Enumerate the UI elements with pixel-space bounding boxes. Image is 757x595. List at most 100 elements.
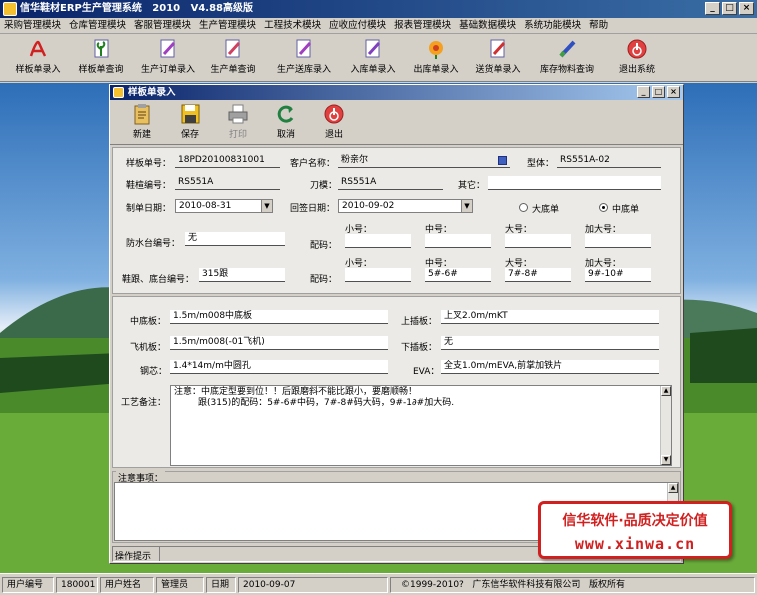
mid-sole-radio[interactable] <box>599 203 608 212</box>
production-query-button[interactable]: 生产单查询 <box>203 36 263 80</box>
printer-icon <box>227 103 249 125</box>
menu-finance[interactable]: 应收应付模块 <box>325 18 390 33</box>
inbound-entry-button[interactable]: 入库单录入 <box>345 36 401 80</box>
menu-system[interactable]: 系统功能模块 <box>520 18 585 33</box>
pen-icon <box>556 38 578 60</box>
document-pen-icon <box>157 38 179 60</box>
customer-lookup-icon[interactable] <box>498 156 507 165</box>
sample-no-field[interactable]: 18PD20100831001 <box>175 154 280 168</box>
size-code-label: 配码： <box>310 275 338 285</box>
row1-small-field[interactable] <box>345 234 411 248</box>
shank-label: 钢芯： <box>140 367 168 377</box>
menu-help[interactable]: 帮助 <box>585 18 612 33</box>
outbound-entry-button[interactable]: 出库单录入 <box>408 36 464 80</box>
craft-notes-textarea[interactable]: 注意：中底定型要到位！！后跟磨斜不能比跟小，要磨顺畅！ 跟(315)的配码：5#… <box>170 385 672 466</box>
row1-large-field[interactable] <box>505 234 571 248</box>
last-no-label: 鞋楦编号： <box>126 181 172 191</box>
last-no-field[interactable]: RS551A <box>175 176 280 190</box>
production-order-entry-button[interactable]: 生产订单录入 <box>136 36 200 80</box>
waterproof-label: 防水台编号： <box>126 239 181 249</box>
menu-warehouse[interactable]: 仓库管理模块 <box>65 18 130 33</box>
child-title: 样板单录入 <box>128 87 176 98</box>
row2-large-field[interactable]: 7#-8# <box>505 268 571 282</box>
app-title-bar: 信华鞋材ERP生产管理系统 2010 V4.88高级版 _ □ × <box>0 0 757 18</box>
eva-field[interactable]: 全支1.0m/mEVA,前掌加铁片 <box>441 360 659 374</box>
midsole-board-field[interactable]: 1.5m/m008中底板 <box>170 310 388 324</box>
child-minimize-button[interactable]: _ <box>637 86 650 98</box>
mid-sole-label: 中底单 <box>612 205 640 215</box>
badge-url: www.xinwa.cn <box>574 535 696 553</box>
save-button[interactable]: 保存 <box>166 102 214 142</box>
menu-service[interactable]: 客服管理模块 <box>130 18 195 33</box>
window-icon <box>113 87 124 98</box>
child-maximize-button[interactable]: □ <box>652 86 665 98</box>
return-date-value: 2010-09-02 <box>342 201 395 211</box>
cancel-button[interactable]: 取消 <box>262 102 310 142</box>
scroll-up-icon[interactable]: ▲ <box>661 386 671 396</box>
dropdown-arrow-icon[interactable]: ▼ <box>461 200 472 212</box>
sample-entry-window: 样板单录入 _ □ × 新建 保存 打印 取消 退出 样板单号： 18PD201… <box>109 84 684 564</box>
production-delivery-entry-button[interactable]: 生产送库录入 <box>272 36 336 80</box>
exit-system-button[interactable]: 退出系统 <box>612 36 662 80</box>
maximize-button[interactable]: □ <box>722 2 737 15</box>
make-date-picker[interactable]: 2010-08-31 ▼ <box>175 199 273 213</box>
model-label: 型体： <box>527 159 555 169</box>
scroll-up-icon[interactable]: ▲ <box>668 483 678 493</box>
exit-button[interactable]: 退出 <box>310 102 358 142</box>
row1-xlarge-field[interactable] <box>585 234 651 248</box>
power-icon <box>323 103 345 125</box>
menu-purchase[interactable]: 采购管理模块 <box>0 18 65 33</box>
document-pen-icon <box>487 38 509 60</box>
knife-field[interactable]: RS551A <box>338 176 443 190</box>
return-date-picker[interactable]: 2010-09-02 ▼ <box>338 199 473 213</box>
return-date-label: 回签日期： <box>290 204 336 214</box>
big-sole-radio[interactable] <box>519 203 528 212</box>
waterproof-field[interactable]: 无 <box>185 232 285 246</box>
menu-engineering[interactable]: 工程技术模块 <box>260 18 325 33</box>
big-sole-label: 大底单 <box>532 205 560 215</box>
row2-xlarge-field[interactable]: 9#-10# <box>585 268 651 282</box>
customer-label: 客户名称： <box>290 159 336 169</box>
minimize-button[interactable]: _ <box>705 2 720 15</box>
document-pen-icon <box>362 38 384 60</box>
child-close-button[interactable]: × <box>667 86 680 98</box>
shank-field[interactable]: 1.4*14m/m中圆孔 <box>170 360 388 374</box>
close-button[interactable]: × <box>739 2 754 15</box>
row2-small-field[interactable] <box>345 268 411 282</box>
document-pen-icon <box>222 38 244 60</box>
craft-notes-scrollbar[interactable]: ▲ ▼ <box>660 386 671 465</box>
user-no-label: 用户编号 <box>2 577 54 593</box>
document-pen-icon <box>293 38 315 60</box>
fly-board-field[interactable]: 1.5m/m008(-01飞机) <box>170 336 388 350</box>
customer-field[interactable]: 粉亲尔 <box>338 154 510 168</box>
model-field[interactable]: RS551A-02 <box>557 154 661 168</box>
dropdown-arrow-icon[interactable]: ▼ <box>261 200 272 212</box>
upper-board-label: 上插板： <box>401 317 438 327</box>
child-toolbar: 新建 保存 打印 取消 退出 <box>110 100 683 145</box>
menu-production[interactable]: 生产管理模块 <box>195 18 260 33</box>
new-button[interactable]: 新建 <box>118 102 166 142</box>
upper-board-field[interactable]: 上叉2.0m/mKT <box>441 310 659 324</box>
plant-icon <box>90 38 112 60</box>
menu-base-data[interactable]: 基础数据模块 <box>455 18 520 33</box>
heel-field[interactable]: 315跟 <box>199 268 285 282</box>
row2-medium-field[interactable]: 5#-6# <box>425 268 491 282</box>
other-label: 其它： <box>458 181 486 191</box>
user-name-label: 用户姓名 <box>100 577 154 593</box>
sample-query-button[interactable]: 样板单查询 <box>72 36 130 80</box>
delivery-entry-button[interactable]: 送货单录入 <box>470 36 526 80</box>
lower-board-field[interactable]: 无 <box>441 336 659 350</box>
print-button[interactable]: 打印 <box>214 102 262 142</box>
scroll-down-icon[interactable]: ▼ <box>661 455 671 465</box>
status-bar: 用户编号 180001 用户姓名 管理员 日期 2010-09-07 ©1999… <box>0 573 757 595</box>
craft-notes-line: 跟(315)的配码：5#-6#中码，7#-8#码大码，9#-1∂#加大码. <box>198 398 455 408</box>
menu-reports[interactable]: 报表管理模块 <box>390 18 455 33</box>
craft-notes-label: 工艺备注： <box>121 398 167 408</box>
date-value: 2010-09-07 <box>238 577 388 593</box>
other-field[interactable] <box>488 176 661 190</box>
inventory-query-button[interactable]: 库存物料查询 <box>535 36 599 80</box>
row1-medium-field[interactable] <box>425 234 491 248</box>
main-toolbar: 样板单录入 样板单查询 生产订单录入 生产单查询 生产送库录入 入库单录入 出库… <box>0 34 757 82</box>
sample-entry-button[interactable]: 样板单录入 <box>10 36 66 80</box>
user-no-value: 180001 <box>56 577 98 593</box>
